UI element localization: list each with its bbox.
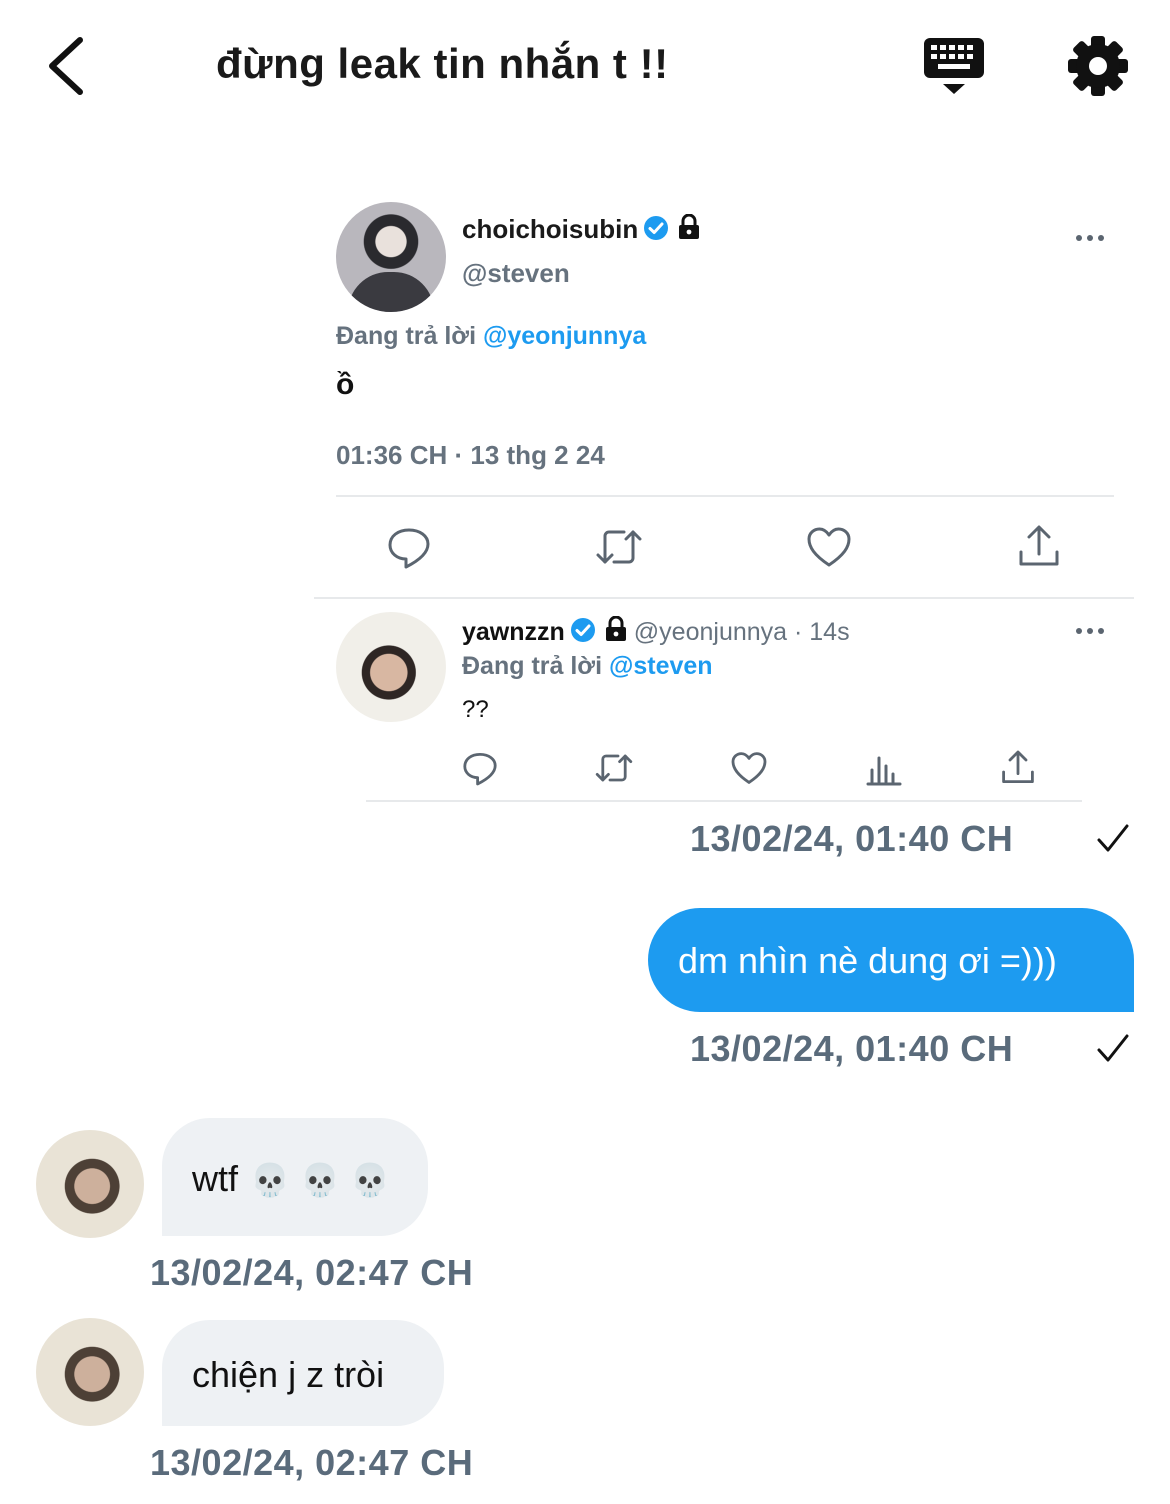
keyboard-icon — [924, 38, 984, 94]
skull-emoji: 💀 💀 💀 — [250, 1161, 390, 1199]
retweet-button[interactable] — [594, 748, 634, 788]
verified-icon — [644, 216, 669, 240]
check-icon — [1097, 824, 1129, 852]
reply-context: Đang trả lời @steven — [462, 652, 713, 680]
avatar[interactable] — [336, 612, 446, 722]
divider — [336, 495, 1114, 497]
back-button[interactable] — [38, 34, 98, 98]
retweet-button[interactable] — [594, 522, 644, 572]
retweet-icon — [595, 754, 633, 782]
lock-icon — [679, 214, 700, 239]
shared-tweet-card[interactable]: choichoisubin @steven Đang trả lời @yeon… — [314, 170, 1134, 810]
reply-button[interactable] — [384, 522, 434, 572]
check-icon — [1097, 1034, 1129, 1062]
mention-link[interactable]: @yeonjunnya — [483, 322, 646, 350]
message-timestamp: 13/02/24, 01:40 CH — [690, 818, 1014, 859]
back-icon — [49, 37, 83, 95]
more-icon[interactable] — [1076, 626, 1106, 636]
retweet-icon — [596, 530, 642, 564]
divider — [366, 800, 1082, 802]
reply-author[interactable]: yawnzzn @yeonjunnya · 14s — [462, 616, 850, 647]
analytics-icon — [866, 756, 902, 786]
like-button[interactable] — [804, 522, 854, 572]
share-icon — [1002, 750, 1034, 783]
mention-link[interactable]: @steven — [609, 652, 713, 680]
tweet-timestamp[interactable]: 01:36 CH · 13 thg 2 24 — [336, 440, 605, 471]
reply-icon — [388, 528, 430, 569]
reply-icon — [463, 753, 497, 786]
incoming-message[interactable]: chiện j z tròi — [162, 1320, 444, 1426]
reply-text: ?? — [462, 696, 489, 723]
reply-button[interactable] — [460, 748, 500, 788]
conversation-header: đừng leak tin nhắn t !! — [0, 0, 1170, 130]
share-icon — [1019, 525, 1059, 566]
avatar[interactable] — [36, 1130, 144, 1238]
tweet-author-name[interactable]: choichoisubin — [462, 214, 701, 245]
more-icon[interactable] — [1076, 233, 1106, 243]
avatar[interactable] — [36, 1318, 144, 1426]
like-icon — [807, 527, 851, 567]
verified-icon — [570, 618, 595, 642]
tweet-author-handle[interactable]: @steven — [462, 258, 570, 289]
like-button[interactable] — [729, 748, 769, 788]
reply-context: Đang trả lời @yeonjunnya — [336, 322, 647, 350]
lock-icon — [605, 616, 626, 641]
message-timestamp: 13/02/24, 02:47 CH — [150, 1442, 474, 1483]
message-text: wtf — [192, 1158, 239, 1199]
message-timestamp: 13/02/24, 02:47 CH — [150, 1252, 474, 1293]
gear-icon — [1068, 36, 1128, 96]
like-icon — [731, 752, 767, 784]
message-text: chiện j z tròi — [192, 1354, 385, 1395]
avatar[interactable] — [336, 202, 446, 312]
incoming-message[interactable]: wtf 💀 💀 💀 — [162, 1118, 428, 1236]
tweet-text: ồ — [336, 368, 355, 401]
divider — [314, 597, 1134, 599]
settings-button[interactable] — [1064, 32, 1132, 100]
conversation-title: đừng leak tin nhắn t !! — [216, 40, 669, 87]
message-text: dm nhìn nè dung ơi =))) — [678, 940, 1057, 981]
keyboard-button[interactable] — [920, 34, 988, 100]
outgoing-message[interactable]: dm nhìn nè dung ơi =))) — [648, 908, 1134, 1012]
share-button[interactable] — [1014, 522, 1064, 572]
message-timestamp: 13/02/24, 01:40 CH — [690, 1028, 1014, 1069]
analytics-button[interactable] — [864, 748, 904, 788]
share-button[interactable] — [998, 748, 1038, 788]
